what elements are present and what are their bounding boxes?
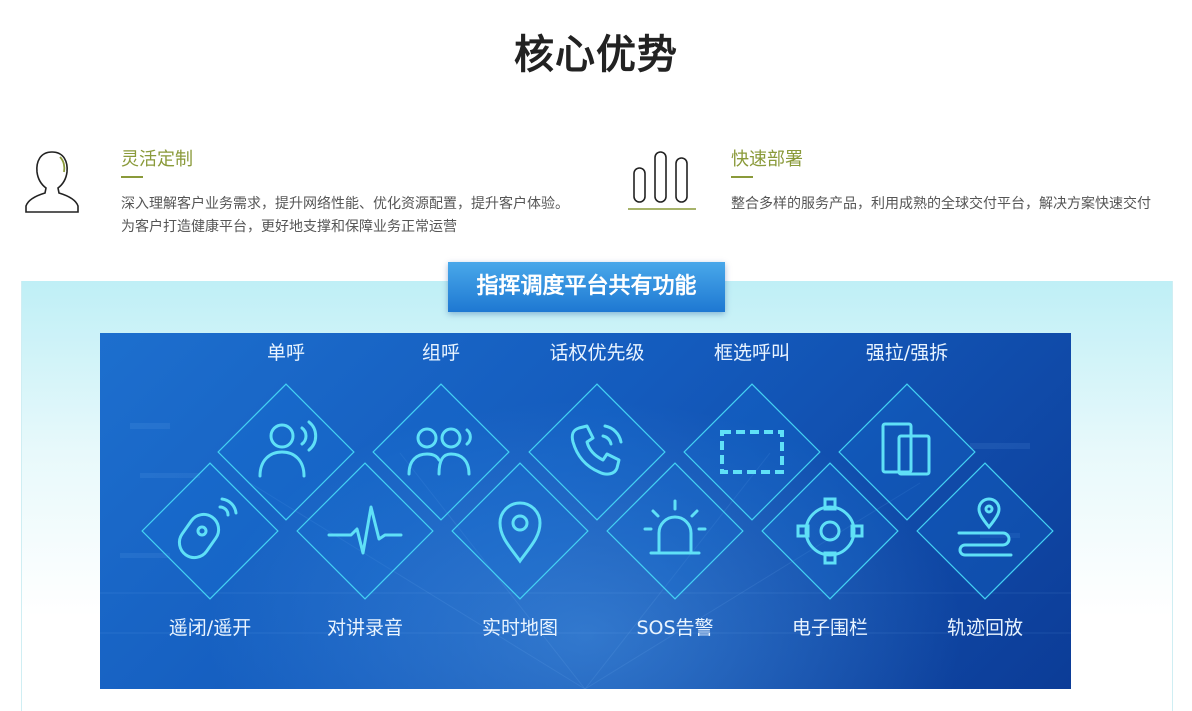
feature-tile-group-call[interactable] <box>367 378 515 530</box>
feature-tile-box-select[interactable] <box>678 378 826 530</box>
feature-label-single-call: 单呼 <box>266 342 305 364</box>
feature-label-group-call: 组呼 <box>421 342 460 364</box>
feature-title: 灵活定制 <box>121 149 193 170</box>
feature-label-sos-alarm: SOS告警 <box>636 617 714 639</box>
user-icon <box>22 148 82 218</box>
feature-description: 整合多样的服务产品，利用成熟的全球交付平台，解决方案快速交付 <box>731 196 1151 212</box>
platform-banner: 指挥调度平台共有功能 <box>448 262 725 312</box>
feature-label-box-select: 框选呼叫 <box>713 342 790 364</box>
feature-label-priority: 话权优先级 <box>549 342 645 364</box>
feature-divider <box>121 176 143 178</box>
feature-label-force-pull: 强拉/强拆 <box>865 342 949 364</box>
page-title: 核心优势 <box>514 32 678 78</box>
feature-title: 快速部署 <box>731 149 803 170</box>
feature-description: 深入理解客户业务需求，提升网络性能、优化资源配置，提升客户体验。为客户打造健康平… <box>121 196 569 235</box>
platform-feature-stage: 单呼 组呼 话权优先级 框选呼叫 强拉/强拆 遥闭/遥开 对讲录音 实时地图 S… <box>100 333 1071 689</box>
feature-label-remote-lock: 遥闭/遥开 <box>168 617 252 639</box>
bar-chart-icon <box>626 146 698 216</box>
feature-divider <box>731 176 753 178</box>
feature-tile-force-pull[interactable] <box>833 378 981 530</box>
feature-label-geofence: 电子围栏 <box>791 617 868 639</box>
feature-label-voice-record: 对讲录音 <box>326 617 403 639</box>
feature-tile-priority[interactable] <box>523 378 671 530</box>
feature-label-live-map: 实时地图 <box>481 617 558 639</box>
feature-tile-single-call[interactable] <box>212 378 360 530</box>
feature-label-route-playback: 轨迹回放 <box>946 617 1023 639</box>
